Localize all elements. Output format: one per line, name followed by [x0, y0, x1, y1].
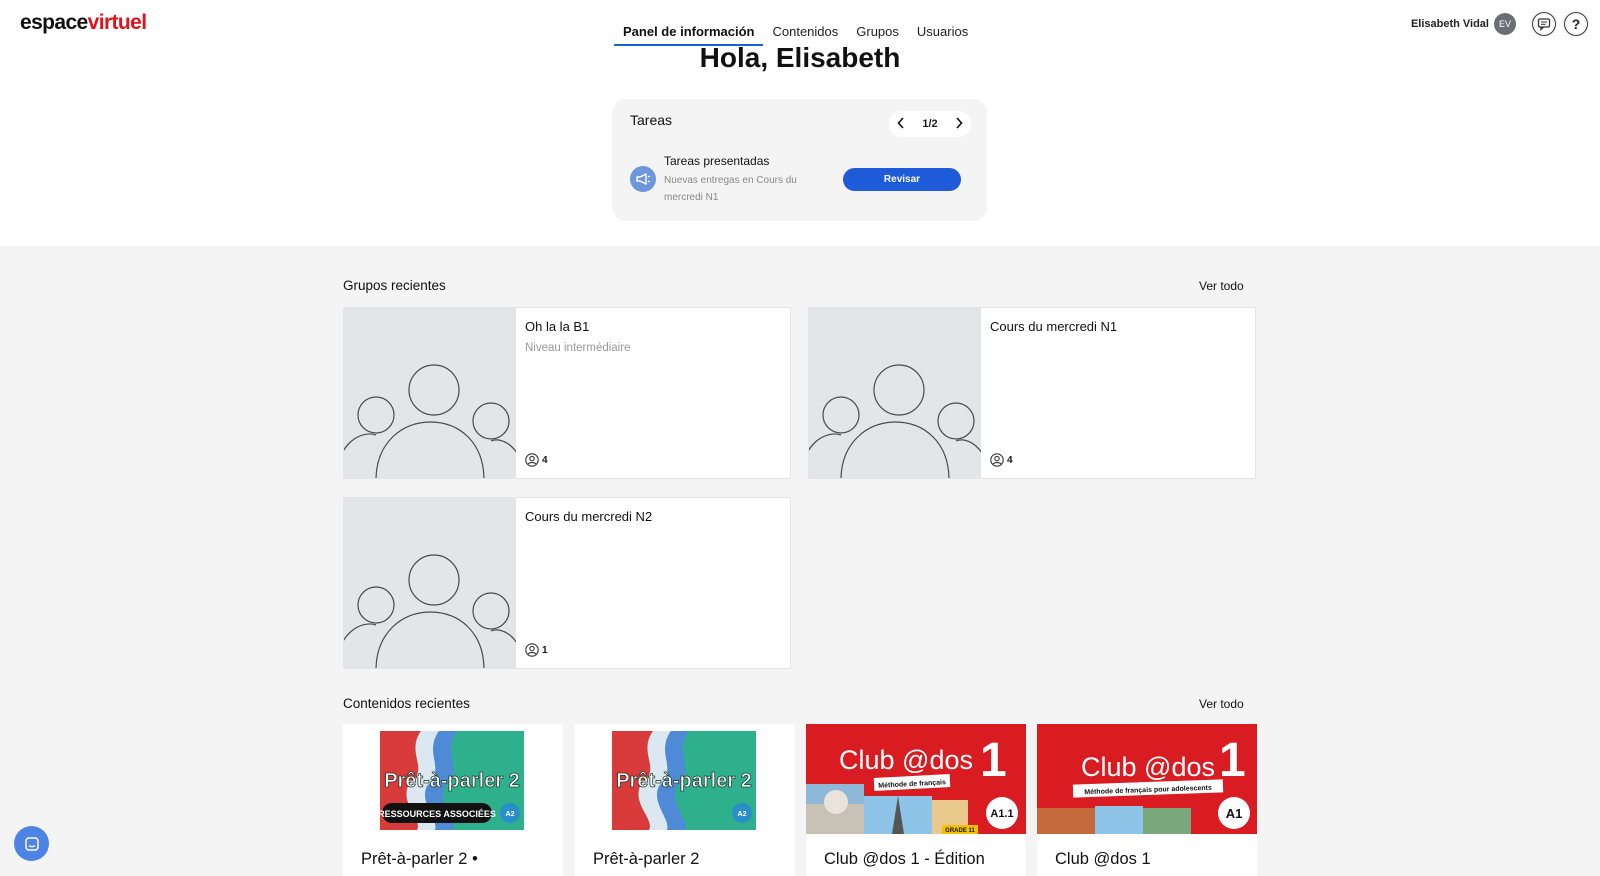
task-description: Nuevas entregas en Cours du mercredi N1: [664, 175, 797, 203]
chevron-right-icon[interactable]: [955, 116, 963, 132]
content-title: Prêt-à-parler 2 •: [361, 850, 478, 868]
cover-grade: GRADE 11: [945, 828, 975, 834]
user-icon: [990, 453, 1004, 467]
cover-title: Prêt-à-parler 2: [384, 770, 520, 792]
book-cover: Prêt-à-parler 2 A2: [575, 724, 795, 834]
content-card[interactable]: Club @dos 1 Méthode de français A1.1 GRA…: [806, 724, 1026, 876]
cover-level: A1: [1226, 806, 1243, 821]
cover-level: A1.1: [990, 808, 1013, 820]
group-member-count: 1: [525, 643, 548, 657]
group-placeholder-image: [344, 308, 516, 478]
group-placeholder-image: [809, 308, 981, 478]
group-name: Oh la la B1: [525, 319, 590, 334]
member-count: 1: [542, 644, 548, 656]
group-member-count: 4: [990, 453, 1013, 467]
help-icon[interactable]: ?: [1564, 12, 1588, 36]
logo[interactable]: espacevirtuel: [20, 11, 147, 35]
group-card[interactable]: Cours du mercredi N1 4: [808, 307, 1256, 479]
page-title: Hola, Elisabeth: [699, 42, 901, 73]
group-card[interactable]: Oh la la B1 Niveau intermédiaire 4: [343, 307, 791, 479]
cover-level: A2: [506, 811, 515, 818]
content-card[interactable]: Prêt-à-parler 2 A2 Prêt-à-parler 2: [575, 724, 795, 876]
tasks-page-count: 1/2: [922, 118, 938, 130]
cover-number: 1: [1219, 734, 1246, 787]
cover-title: Club @dos: [839, 745, 973, 775]
megaphone-icon: [630, 166, 656, 192]
group-name: Cours du mercredi N2: [525, 509, 653, 524]
review-button[interactable]: Revisar: [843, 168, 961, 191]
recent-contents-title: Contenidos recientes: [343, 696, 470, 711]
chevron-left-icon[interactable]: [897, 116, 905, 132]
book-cover: Club @dos 1 Méthode de français pour ado…: [1037, 724, 1257, 834]
book-cover: Club @dos 1 Méthode de français A1.1 GRA…: [806, 724, 1026, 834]
cover-title: Prêt-à-parler 2: [616, 770, 752, 792]
user-area: Elisabeth Vidal EV ?: [1411, 12, 1588, 36]
recent-groups-see-all-link[interactable]: Ver todo: [1199, 279, 1244, 293]
messages-icon[interactable]: [1532, 12, 1556, 36]
group-card[interactable]: Cours du mercredi N2 1: [343, 497, 791, 669]
book-cover: Prêt-à-parler 2 RESSOURCES ASSOCIÉES A2: [343, 724, 563, 834]
user-icon: [525, 643, 539, 657]
dashboard-content: [0, 246, 1600, 876]
cover-level: A2: [738, 811, 747, 818]
group-member-count: 4: [525, 453, 548, 467]
content-card[interactable]: Club @dos 1 Méthode de français pour ado…: [1037, 724, 1257, 876]
chat-icon[interactable]: [14, 826, 49, 861]
content-title: Club @dos 1: [1055, 850, 1151, 868]
tasks-pager: 1/2: [889, 111, 971, 137]
cover-title: Club @dos: [1081, 752, 1215, 782]
content-title: Prêt-à-parler 2: [593, 850, 700, 868]
cover-banner: RESSOURCES ASSOCIÉES: [378, 809, 496, 819]
cover-number: 1: [980, 734, 1007, 787]
group-placeholder-image: [344, 498, 516, 668]
group-name: Cours du mercredi N1: [990, 319, 1118, 334]
avatar[interactable]: EV: [1494, 13, 1516, 35]
recent-contents-see-all-link[interactable]: Ver todo: [1199, 697, 1244, 711]
content-title: Club @dos 1 - Édition: [824, 850, 985, 868]
content-card[interactable]: Prêt-à-parler 2 RESSOURCES ASSOCIÉES A2 …: [343, 724, 563, 876]
group-level: Niveau intermédiaire: [525, 342, 631, 354]
recent-groups-title: Grupos recientes: [343, 278, 446, 293]
tasks-title: Tareas: [630, 112, 673, 128]
member-count: 4: [542, 454, 548, 466]
member-count: 4: [1007, 454, 1013, 466]
user-icon: [525, 453, 539, 467]
user-name[interactable]: Elisabeth Vidal: [1411, 18, 1489, 30]
task-name: Tareas presentadas: [664, 154, 770, 168]
tasks-card: Tareas 1/2 Tareas presentadas Nuevas ent…: [612, 99, 987, 221]
